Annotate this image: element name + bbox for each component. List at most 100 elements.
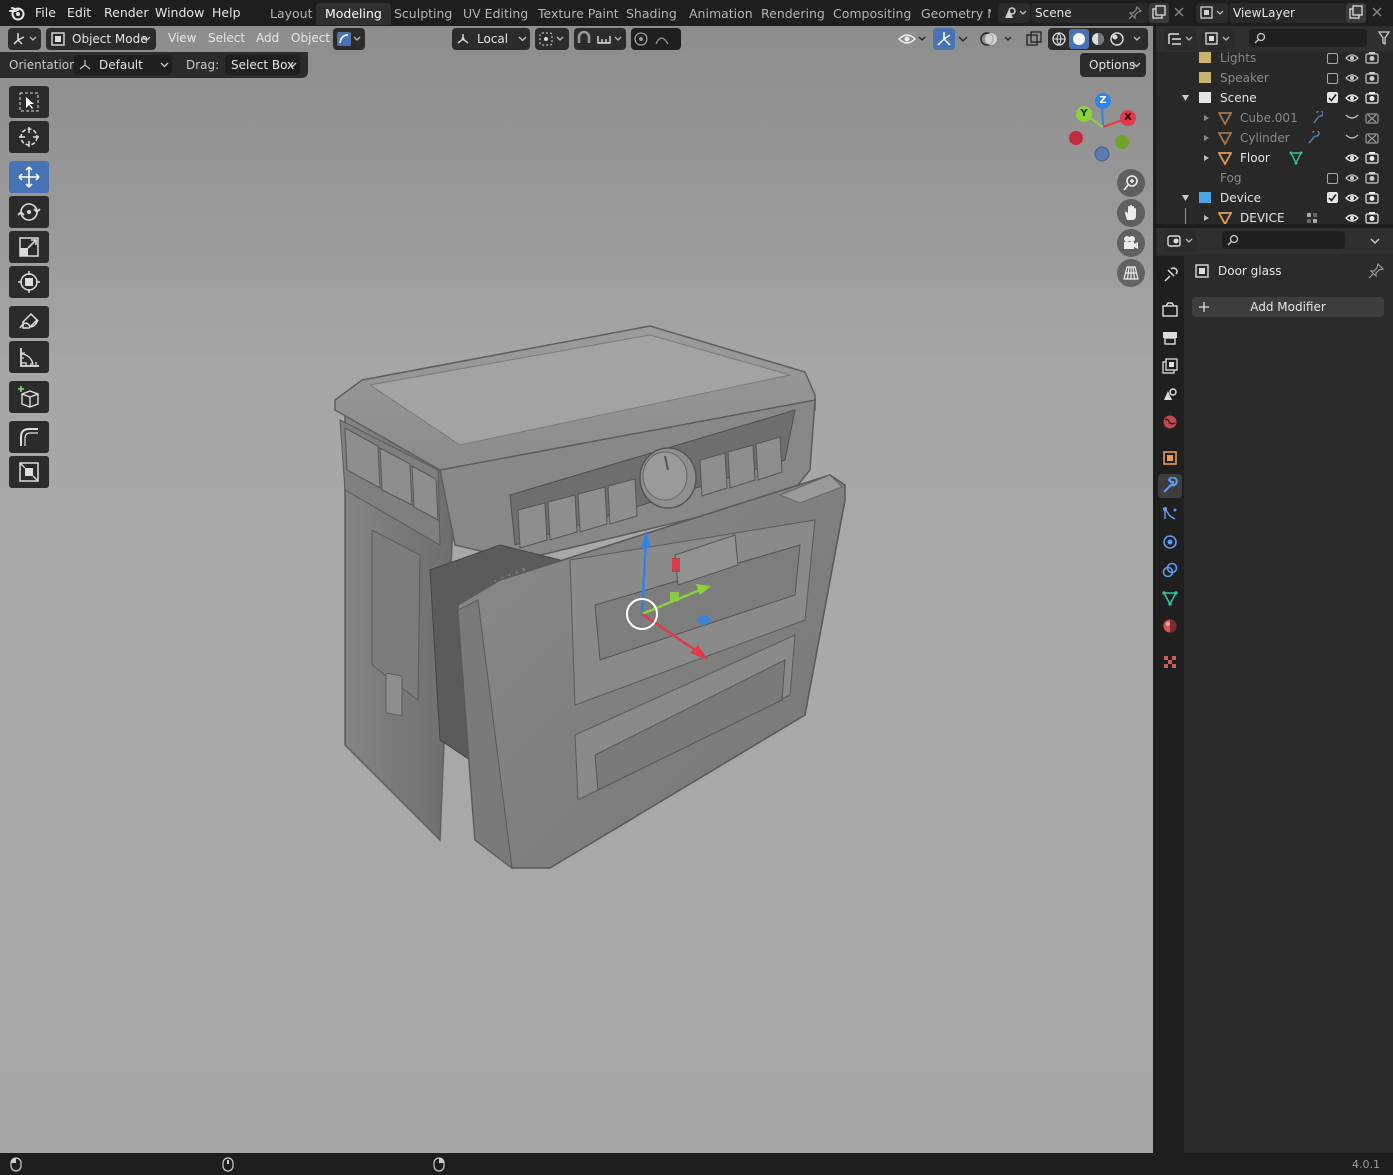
tab-world[interactable]	[1158, 410, 1182, 434]
exclude-checkbox[interactable]	[1327, 73, 1338, 84]
camera-render-icon[interactable]	[1365, 211, 1379, 224]
add-modifier-button[interactable]: Add Modifier	[1192, 297, 1384, 317]
scene-browse-button[interactable]	[998, 3, 1030, 23]
tab-animation[interactable]: Animation	[680, 3, 762, 25]
tab-particles[interactable]	[1158, 502, 1182, 526]
close-scene-icon[interactable]	[1172, 5, 1186, 19]
tab-texture[interactable]	[1158, 650, 1182, 674]
outliner-row-cylinder[interactable]: Cylinder	[1156, 128, 1393, 148]
properties-search-input[interactable]	[1222, 231, 1345, 249]
tab-layout[interactable]: Layout	[261, 3, 322, 25]
tab-sculpting[interactable]: Sculpting	[385, 3, 461, 25]
device-model[interactable]	[0, 26, 1153, 1153]
camera-disabled-icon[interactable]	[1365, 131, 1379, 144]
eye-icon[interactable]	[1345, 192, 1359, 204]
eye-closed-icon[interactable]	[1345, 113, 1359, 121]
3d-viewport[interactable]: Object Mode View Select Add Object Local	[0, 26, 1153, 1153]
outliner-row-floor[interactable]: Floor	[1156, 148, 1393, 168]
eye-icon[interactable]	[1345, 92, 1359, 104]
menu-file[interactable]: File	[35, 0, 56, 26]
tab-rendering[interactable]: Rendering	[752, 3, 834, 25]
close-viewlayer-icon[interactable]	[1370, 5, 1384, 19]
viewlayer-name-field[interactable]: ViewLayer	[1229, 3, 1347, 23]
tab-texture-paint[interactable]: Texture Paint	[529, 3, 628, 25]
properties-options-button[interactable]	[1365, 231, 1385, 251]
tab-view-layer[interactable]	[1158, 354, 1182, 378]
texture-icon	[1164, 656, 1176, 668]
display-mode-button[interactable]	[1202, 28, 1234, 50]
tab-compositing[interactable]: Compositing	[824, 3, 920, 25]
eye-icon[interactable]	[1345, 212, 1359, 224]
tab-scene[interactable]	[1158, 382, 1182, 406]
status-bar: 4.0.1	[0, 1154, 1393, 1175]
tool-icon	[1164, 267, 1178, 282]
outliner[interactable]: Lights Speaker Scene Cube.001 Cylinder F…	[1156, 26, 1393, 224]
camera-render-icon[interactable]	[1365, 171, 1379, 184]
camera-render-icon[interactable]	[1365, 91, 1379, 104]
new-scene-button[interactable]	[1149, 3, 1169, 23]
menu-window[interactable]: Window	[155, 0, 204, 26]
tab-modeling[interactable]: Modeling	[316, 3, 391, 25]
eye-icon[interactable]	[1345, 52, 1359, 64]
eye-icon[interactable]	[1345, 72, 1359, 84]
eye-icon[interactable]	[1345, 152, 1359, 164]
outliner-row-fog[interactable]: Fog	[1156, 168, 1393, 188]
expand-arrow-icon[interactable]	[1203, 134, 1210, 142]
exclude-checkbox-checked[interactable]	[1327, 192, 1338, 203]
mesh-icon	[1218, 152, 1232, 165]
pin-icon[interactable]	[1368, 263, 1384, 279]
menu-render[interactable]: Render	[104, 0, 149, 26]
tab-object[interactable]	[1158, 446, 1182, 470]
outliner-search-input[interactable]	[1249, 29, 1367, 47]
outliner-row-lights[interactable]: Lights	[1156, 48, 1393, 68]
camera-render-icon[interactable]	[1365, 191, 1379, 204]
new-viewlayer-button[interactable]	[1346, 3, 1366, 23]
outliner-row-device-mesh[interactable]: DEVICE	[1156, 208, 1393, 224]
tab-geometry-nodes[interactable]: Geometry Nc	[912, 3, 991, 25]
exclude-checkbox[interactable]	[1327, 53, 1338, 64]
scene-icon	[1005, 7, 1027, 18]
expand-arrow-icon[interactable]	[1203, 114, 1210, 122]
tab-output[interactable]	[1158, 326, 1182, 350]
blender-logo-icon[interactable]	[9, 5, 26, 21]
properties-editor-type-button[interactable]	[1164, 230, 1197, 252]
filter-icon[interactable]	[1377, 30, 1391, 46]
outliner-row-cube-001[interactable]: Cube.001	[1156, 108, 1393, 128]
tab-material[interactable]	[1158, 614, 1182, 638]
exclude-checkbox[interactable]	[1327, 173, 1338, 184]
exclude-checkbox-checked[interactable]	[1327, 92, 1338, 103]
tab-physics[interactable]	[1158, 530, 1182, 554]
add-modifier-label: Add Modifier	[1250, 300, 1326, 314]
collection-icon	[1199, 92, 1211, 103]
tab-render[interactable]	[1158, 298, 1182, 322]
tab-shading[interactable]: Shading	[617, 3, 686, 25]
expand-arrow-icon[interactable]	[1203, 214, 1210, 222]
tab-constraints[interactable]	[1158, 558, 1182, 582]
object-data-icon	[1195, 264, 1209, 278]
tab-tool[interactable]	[1158, 263, 1182, 287]
camera-render-icon[interactable]	[1365, 71, 1379, 84]
viewlayer-browse-button[interactable]	[1196, 3, 1228, 23]
eye-closed-icon[interactable]	[1345, 133, 1359, 141]
menu-help[interactable]: Help	[212, 0, 241, 26]
outliner-row-device[interactable]: Device	[1156, 188, 1393, 208]
tab-modifiers[interactable]	[1158, 474, 1182, 498]
properties-editor[interactable]: Door glass Add Modifier	[1156, 228, 1393, 1153]
camera-disabled-icon[interactable]	[1365, 111, 1379, 124]
expand-arrow-icon[interactable]	[1181, 194, 1190, 202]
camera-render-icon[interactable]	[1365, 51, 1379, 64]
outliner-icon	[1168, 33, 1193, 45]
outliner-editor-type-button[interactable]	[1164, 28, 1197, 50]
expand-arrow-icon[interactable]	[1181, 94, 1190, 102]
outliner-row-speaker[interactable]: Speaker	[1156, 68, 1393, 88]
camera-render-icon[interactable]	[1365, 151, 1379, 164]
properties-header	[1156, 228, 1393, 254]
menu-edit[interactable]: Edit	[67, 0, 91, 26]
pin-icon[interactable]	[1128, 6, 1142, 20]
outliner-row-label: Lights	[1220, 51, 1257, 65]
outliner-row-scene[interactable]: Scene	[1156, 88, 1393, 108]
expand-arrow-icon[interactable]	[1203, 154, 1210, 162]
eye-icon[interactable]	[1345, 172, 1359, 184]
tab-uv-editing[interactable]: UV Editing	[454, 3, 537, 25]
tab-data[interactable]	[1158, 586, 1182, 610]
